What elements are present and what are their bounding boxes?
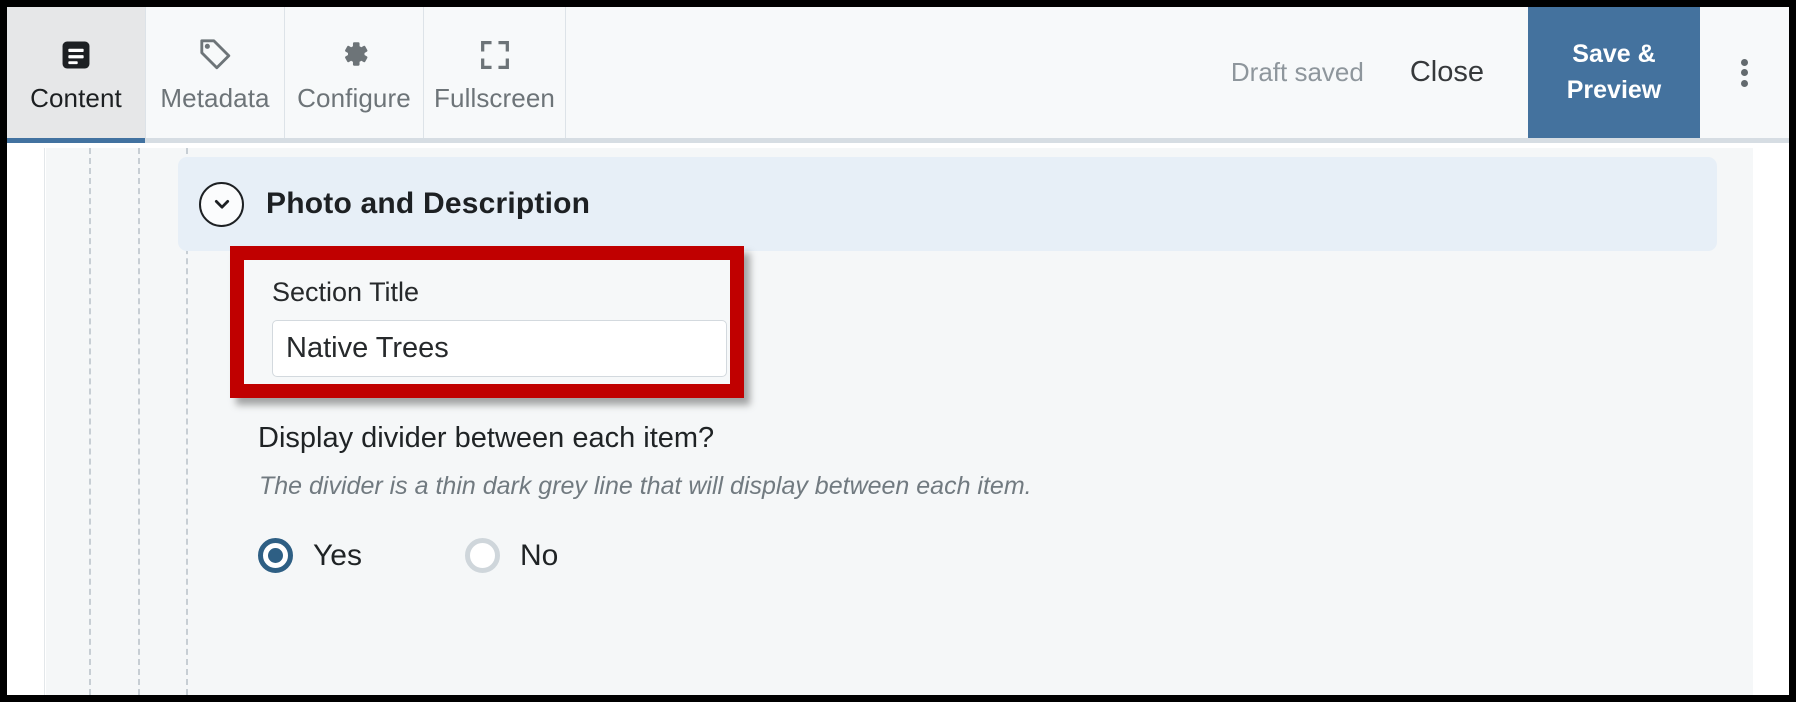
tab-fullscreen[interactable]: Fullscreen — [424, 7, 566, 138]
kebab-dot — [1741, 79, 1748, 87]
kebab-dot — [1741, 69, 1748, 76]
section-title-input[interactable] — [272, 320, 727, 377]
right-gutter — [1753, 148, 1789, 695]
radio-option-yes[interactable]: Yes — [258, 538, 362, 573]
section-title-field-label: Section Title — [272, 277, 420, 307]
section-header-bar[interactable]: Photo and Description — [178, 157, 1717, 251]
tab-content[interactable]: Content — [7, 7, 146, 143]
divider-question-label: Display divider between each item? — [258, 422, 715, 454]
app-window: Content Metadata Configure Fullscreen Dr… — [0, 0, 1796, 702]
kebab-menu-icon[interactable] — [1700, 7, 1789, 138]
document-lines-icon — [59, 26, 93, 72]
save-preview-line2: Preview — [1566, 75, 1662, 104]
tab-metadata-label: Metadata — [160, 83, 270, 113]
editor-canvas: Photo and Description Section Title Disp… — [7, 148, 1789, 695]
close-button[interactable]: Close — [1410, 56, 1484, 89]
draft-status-label: Draft saved — [1230, 57, 1364, 87]
editor-toolbar: Content Metadata Configure Fullscreen Dr… — [7, 7, 1789, 143]
section-header-title: Photo and Description — [266, 187, 591, 220]
radio-mark-yes[interactable] — [258, 538, 293, 573]
tab-content-label: Content — [30, 83, 122, 113]
divider-help-text: The divider is a thin dark grey line tha… — [259, 472, 1032, 500]
gear-icon — [336, 26, 372, 72]
radio-label-no: No — [519, 538, 559, 572]
layout-guide-line — [138, 148, 140, 695]
tab-fullscreen-label: Fullscreen — [434, 83, 555, 113]
tag-icon — [197, 26, 233, 72]
divider-radio-group: Yes No — [258, 538, 558, 573]
tab-configure[interactable]: Configure — [285, 7, 424, 138]
kebab-dot — [1741, 58, 1748, 66]
left-gutter — [7, 148, 45, 695]
radio-mark-no[interactable] — [464, 538, 500, 573]
tab-configure-label: Configure — [297, 83, 411, 113]
radio-option-no[interactable]: No — [464, 538, 559, 573]
chevron-down-icon[interactable] — [199, 181, 244, 227]
save-preview-line1: Save & — [1572, 40, 1656, 68]
layout-guide-line — [89, 148, 91, 695]
expand-icon — [478, 26, 512, 72]
tab-metadata[interactable]: Metadata — [146, 7, 285, 138]
section-title-highlight-box: Section Title — [230, 246, 744, 398]
radio-label-yes: Yes — [313, 538, 362, 572]
save-and-preview-button[interactable]: Save & Preview — [1528, 7, 1700, 138]
page-sheet: Photo and Description Section Title Disp… — [46, 148, 1753, 695]
